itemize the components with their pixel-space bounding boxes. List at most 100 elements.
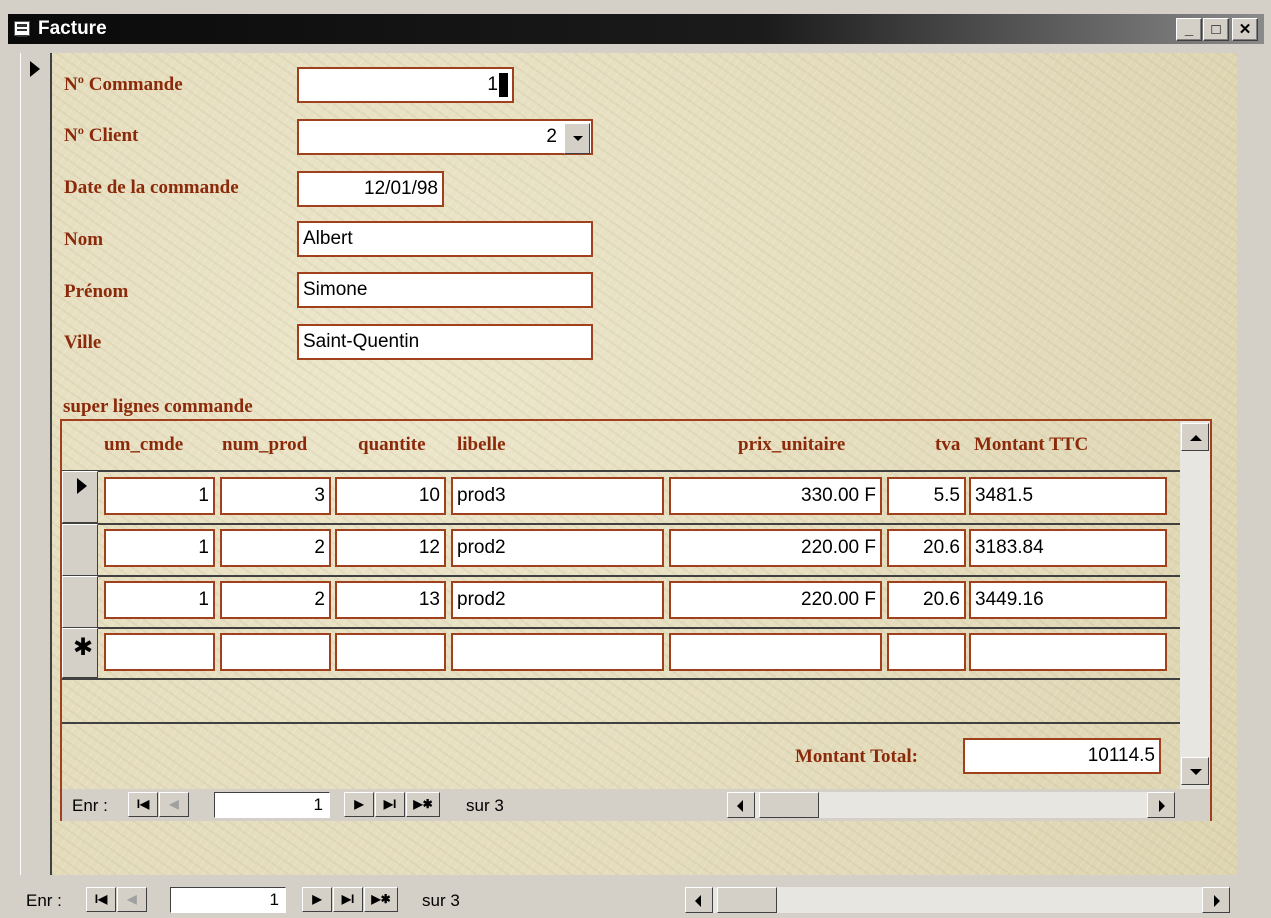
montant-total-label: Montant Total:	[795, 746, 918, 767]
main-horizontal-scrollbar[interactable]	[685, 887, 1230, 913]
subform-last-record-button[interactable]: ▶I	[375, 792, 405, 817]
arrow-right-icon	[1214, 895, 1220, 907]
cell-quantite[interactable]: 13	[335, 581, 446, 619]
column-header-num-cmde[interactable]: um_cmde	[104, 434, 183, 456]
close-button[interactable]: ✕	[1232, 18, 1258, 41]
scroll-left-button[interactable]	[685, 887, 713, 913]
subform-navigation-bar: Enr : I◀ ◀ 1 ▶ ▶I ▶✱ sur 3	[62, 789, 1210, 821]
nom-field[interactable]: Albert	[297, 221, 593, 257]
cell-quantite[interactable]: 10	[335, 477, 446, 515]
prenom-label: Prénom	[64, 281, 129, 302]
row-selector[interactable]	[62, 471, 98, 523]
new-cell-num-cmde[interactable]	[104, 633, 215, 671]
cell-quantite[interactable]: 12	[335, 529, 446, 567]
next-record-button[interactable]: ▶	[302, 887, 332, 912]
subform-title: super lignes commande	[63, 396, 253, 417]
form-icon[interactable]	[14, 21, 30, 37]
column-header-prix-unitaire[interactable]: prix_unitaire	[738, 434, 845, 456]
cell-tva[interactable]: 20.6	[887, 529, 966, 567]
client-dropdown-icon[interactable]	[564, 123, 590, 154]
minimize-button[interactable]: _	[1176, 18, 1202, 41]
arrow-right-icon	[1159, 800, 1165, 812]
subform-vertical-scrollbar[interactable]	[1180, 421, 1210, 789]
montant-total-field[interactable]: 10114.5	[963, 738, 1161, 774]
new-record-button[interactable]: ▶✱	[364, 887, 398, 912]
new-cell-prix-unitaire[interactable]	[669, 633, 882, 671]
column-header-libelle[interactable]: libelle	[457, 434, 506, 456]
cell-tva[interactable]: 20.6	[887, 581, 966, 619]
cell-montant-ttc[interactable]: 3449.16	[969, 581, 1167, 619]
new-cell-tva[interactable]	[887, 633, 966, 671]
column-header-montant-ttc[interactable]: Montant TTC	[974, 434, 1088, 456]
cell-num-prod[interactable]: 3	[220, 477, 331, 515]
row-divider	[62, 523, 1180, 525]
subform-horizontal-scrollbar[interactable]	[727, 792, 1175, 818]
row-divider	[62, 678, 1180, 680]
row-divider	[62, 575, 1180, 577]
new-cell-montant-ttc[interactable]	[969, 633, 1167, 671]
previous-record-button[interactable]: ◀	[117, 887, 147, 912]
arrow-down-icon	[1190, 769, 1202, 775]
commande-field[interactable]: 1	[297, 67, 514, 103]
row-selector[interactable]	[62, 524, 98, 576]
scroll-thumb[interactable]	[717, 887, 777, 913]
cell-num-prod[interactable]: 2	[220, 529, 331, 567]
client-combobox[interactable]: 2	[297, 119, 593, 155]
subform-new-record-button[interactable]: ▶✱	[406, 792, 440, 817]
cell-prix-unitaire[interactable]: 220.00 F	[669, 581, 882, 619]
ville-label: Ville	[64, 332, 102, 353]
new-row-selector[interactable]: ✱	[62, 628, 98, 678]
text-cursor	[499, 72, 508, 97]
new-cell-libelle[interactable]	[451, 633, 664, 671]
cell-montant-ttc[interactable]: 3183.84	[969, 529, 1167, 567]
cell-prix-unitaire[interactable]: 330.00 F	[669, 477, 882, 515]
scroll-down-button[interactable]	[1181, 757, 1209, 785]
cell-libelle[interactable]: prod2	[451, 529, 664, 567]
scroll-right-button[interactable]	[1202, 887, 1230, 913]
subform-first-record-button[interactable]: I◀	[128, 792, 158, 817]
cell-tva[interactable]: 5.5	[887, 477, 966, 515]
cell-num-cmde[interactable]: 1	[104, 529, 215, 567]
scroll-left-button[interactable]	[727, 792, 755, 818]
main-nav-label: Enr :	[26, 891, 62, 910]
cell-num-cmde[interactable]: 1	[104, 477, 215, 515]
scroll-up-button[interactable]	[1181, 423, 1209, 451]
scroll-thumb[interactable]	[759, 792, 819, 818]
maximize-button[interactable]: □	[1203, 18, 1229, 41]
new-cell-quantite[interactable]	[335, 633, 446, 671]
subform-record-number-input[interactable]: 1	[214, 792, 330, 818]
cell-num-cmde[interactable]: 1	[104, 581, 215, 619]
cell-prix-unitaire[interactable]: 220.00 F	[669, 529, 882, 567]
ville-field[interactable]: Saint-Quentin	[297, 324, 593, 360]
record-number-input[interactable]: 1	[170, 887, 286, 913]
prenom-field[interactable]: Simone	[297, 272, 593, 308]
last-record-button[interactable]: ▶I	[333, 887, 363, 912]
column-header-tva[interactable]: tva	[935, 434, 960, 456]
form-right-margin	[1237, 53, 1271, 875]
date-field[interactable]: 12/01/98	[297, 171, 444, 207]
cell-libelle[interactable]: prod2	[451, 581, 664, 619]
row-selector[interactable]	[62, 576, 98, 628]
record-selector[interactable]	[20, 53, 52, 875]
first-record-button[interactable]: I◀	[86, 887, 116, 912]
subform-previous-record-button[interactable]: ◀	[159, 792, 189, 817]
scroll-right-button[interactable]	[1147, 792, 1175, 818]
arrow-up-icon	[1190, 435, 1202, 441]
row-divider	[62, 722, 1180, 724]
cell-libelle[interactable]: prod3	[451, 477, 664, 515]
window-title: Facture	[38, 18, 107, 39]
new-cell-num-prod[interactable]	[220, 633, 331, 671]
cell-montant-ttc[interactable]: 3481.5	[969, 477, 1167, 515]
current-record-arrow-icon	[30, 61, 40, 77]
row-divider	[62, 470, 1180, 472]
row-divider	[62, 627, 1180, 629]
nom-label: Nom	[64, 229, 104, 250]
column-header-quantite[interactable]: quantite	[358, 434, 426, 456]
title-bar[interactable]	[8, 14, 1264, 44]
column-header-num-prod[interactable]: num_prod	[222, 434, 307, 456]
subform-next-record-button[interactable]: ▶	[344, 792, 374, 817]
commande-value: 1	[487, 74, 498, 95]
client-value: 2	[546, 126, 557, 147]
cell-num-prod[interactable]: 2	[220, 581, 331, 619]
subform-record-count: sur 3	[466, 796, 504, 815]
